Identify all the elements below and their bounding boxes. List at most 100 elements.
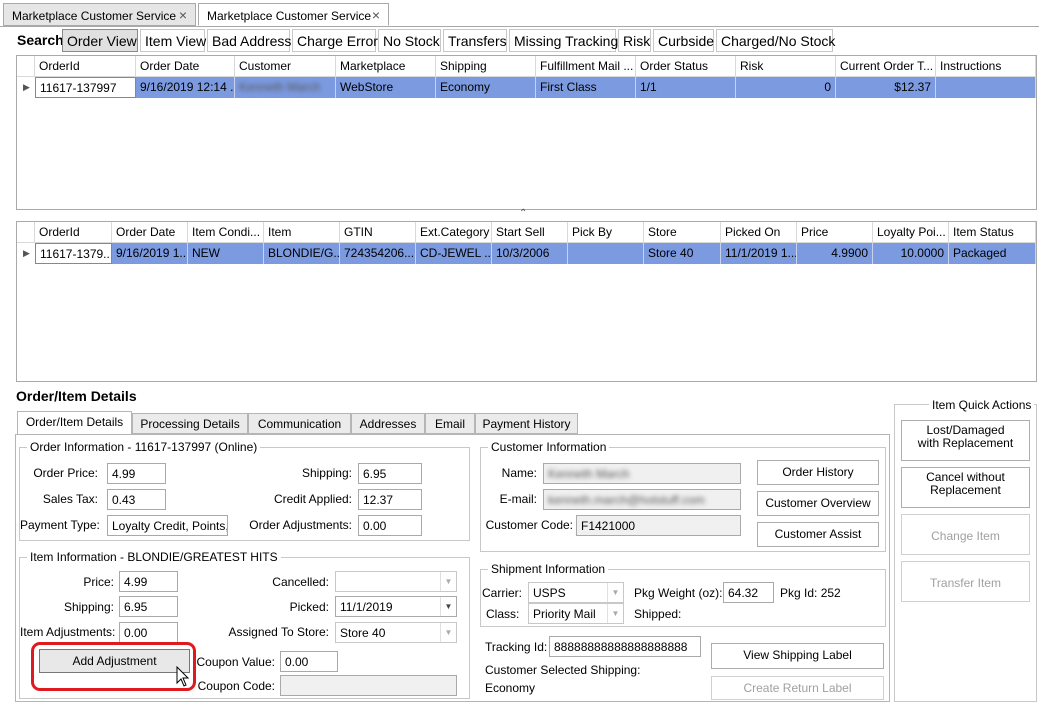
item-shipping-field[interactable]: 6.95	[119, 596, 178, 617]
shipping-field[interactable]: 6.95	[358, 463, 422, 484]
order-price-field[interactable]: 4.99	[107, 463, 166, 484]
table-cell[interactable]: $12.37	[836, 77, 936, 98]
column-header[interactable]: Order Status	[636, 56, 736, 77]
close-icon[interactable]: ×	[179, 7, 187, 23]
table-cell[interactable]: 9/16/2019 1...	[112, 243, 188, 264]
column-header[interactable]: OrderId	[35, 56, 136, 77]
table-cell[interactable]: BLONDIE/G...	[264, 243, 340, 264]
order-view-button[interactable]: Order View	[62, 29, 138, 52]
table-cell[interactable]: Kenneth March	[235, 77, 336, 98]
tab-communication[interactable]: Communication	[248, 413, 351, 434]
payment-type-field[interactable]: Loyalty Credit, Points,	[107, 515, 228, 536]
column-header[interactable]: Loyalty Poi...	[873, 222, 949, 243]
tab-payment-history[interactable]: Payment History	[475, 413, 578, 434]
item-price-field[interactable]: 4.99	[119, 571, 178, 592]
assigned-store-select[interactable]: Store 40 ▼	[335, 622, 457, 643]
column-header[interactable]: Item	[264, 222, 340, 243]
picked-select[interactable]: 11/1/2019 ▼	[335, 596, 457, 617]
column-header[interactable]: Price	[797, 222, 873, 243]
risk-button[interactable]: Risk	[618, 29, 651, 52]
table-row[interactable]: ▶ 11617-1379... 9/16/2019 1... NEW BLOND…	[17, 243, 1036, 264]
tab-order-item-details[interactable]: Order/Item Details	[17, 411, 132, 435]
column-header[interactable]: Item Condi...	[188, 222, 264, 243]
transfer-item-button[interactable]: Transfer Item	[901, 561, 1030, 602]
tab-email[interactable]: Email	[425, 413, 475, 434]
curbside-button[interactable]: Curbside	[653, 29, 714, 52]
sales-tax-field[interactable]: 0.43	[107, 489, 166, 510]
splitter-chevron-up-icon[interactable]: ⌃	[519, 208, 527, 219]
coupon-code-field[interactable]	[280, 675, 457, 696]
table-cell[interactable]: CD-JEWEL ...	[416, 243, 492, 264]
carrier-select[interactable]: USPS ▼	[528, 582, 624, 603]
tracking-id-field[interactable]: 88888888888888888888	[549, 636, 701, 657]
table-cell[interactable]	[936, 77, 1036, 98]
column-header[interactable]: Instructions	[936, 56, 1036, 77]
table-cell[interactable]: 10.0000	[873, 243, 949, 264]
column-header[interactable]: GTIN	[340, 222, 416, 243]
table-cell[interactable]: 9/16/2019 12:14 ...	[136, 77, 235, 98]
view-shipping-label-button[interactable]: View Shipping Label	[711, 643, 884, 669]
credit-applied-field[interactable]: 12.37	[358, 489, 422, 510]
bad-address-button[interactable]: Bad Address	[207, 29, 291, 52]
order-adjustments-field[interactable]: 0.00	[358, 515, 422, 536]
column-header[interactable]: Shipping	[436, 56, 536, 77]
order-history-button[interactable]: Order History	[757, 460, 879, 485]
column-header[interactable]: Customer	[235, 56, 336, 77]
column-header[interactable]: Start Sell	[492, 222, 568, 243]
charged-no-stock-button[interactable]: Charged/No Stock	[716, 29, 835, 52]
column-header[interactable]: Item Status	[949, 222, 1036, 243]
orders-grid[interactable]: OrderId Order Date Customer Marketplace …	[16, 55, 1037, 210]
tab-addresses[interactable]: Addresses	[351, 413, 425, 434]
items-grid[interactable]: OrderId Order Date Item Condi... Item GT…	[16, 221, 1037, 382]
tab-processing-details[interactable]: Processing Details	[132, 413, 248, 434]
table-cell[interactable]: 724354206...	[340, 243, 416, 264]
charge-error-button[interactable]: Charge Error	[292, 29, 378, 52]
email-field[interactable]: kenneth.march@hotstuff.com	[543, 489, 741, 510]
transfers-button[interactable]: Transfers	[443, 29, 507, 52]
class-select[interactable]: Priority Mail ▼	[528, 603, 624, 624]
column-header[interactable]: Order Date	[136, 56, 235, 77]
customer-assist-button[interactable]: Customer Assist	[757, 522, 879, 547]
table-cell[interactable]: NEW	[188, 243, 264, 264]
table-cell[interactable]: Store 40	[644, 243, 721, 264]
table-cell[interactable]: 10/3/2006	[492, 243, 568, 264]
cancel-without-replacement-button[interactable]: Cancel without Replacement	[901, 467, 1030, 508]
column-header[interactable]: Current Order T...	[836, 56, 936, 77]
table-cell[interactable]: 11617-1379...	[35, 243, 112, 264]
column-header[interactable]: OrderId	[35, 222, 112, 243]
table-row[interactable]: ▶ 11617-137997 9/16/2019 12:14 ... Kenne…	[17, 77, 1036, 98]
table-cell[interactable]	[568, 243, 644, 264]
search-label[interactable]: Search	[17, 32, 64, 48]
pkg-weight-field[interactable]: 64.32	[723, 582, 774, 603]
customer-overview-button[interactable]: Customer Overview	[757, 491, 879, 516]
table-cell[interactable]: First Class	[536, 77, 636, 98]
column-header[interactable]: Fulfillment Mail ...	[536, 56, 636, 77]
cancelled-select[interactable]: ▼	[335, 571, 457, 592]
item-adjustments-field[interactable]: 0.00	[119, 622, 178, 643]
column-header[interactable]: Ext.Category	[416, 222, 492, 243]
table-cell[interactable]: 11/1/2019 1...	[721, 243, 797, 264]
table-cell[interactable]: Economy	[436, 77, 536, 98]
name-field[interactable]: Kenneth March	[543, 463, 741, 484]
column-header[interactable]: Picked On	[721, 222, 797, 243]
column-header[interactable]: Store	[644, 222, 721, 243]
doc-tab-2[interactable]: Marketplace Customer Service ×	[198, 3, 389, 26]
change-item-button[interactable]: Change Item	[901, 514, 1030, 555]
column-header[interactable]: Pick By	[568, 222, 644, 243]
column-header[interactable]: Order Date	[112, 222, 188, 243]
customer-code-field[interactable]: F1421000	[576, 515, 741, 536]
column-header[interactable]: Marketplace	[336, 56, 436, 77]
close-icon[interactable]: ×	[372, 7, 380, 23]
table-cell[interactable]: Packaged	[949, 243, 1036, 264]
no-stock-button[interactable]: No Stock	[378, 29, 441, 52]
missing-tracking-button[interactable]: Missing Tracking	[509, 29, 618, 52]
lost-damaged-button[interactable]: Lost/Damaged with Replacement	[901, 420, 1030, 461]
table-cell[interactable]: 4.9900	[797, 243, 873, 264]
table-cell[interactable]: 0	[736, 77, 836, 98]
coupon-value-field[interactable]: 0.00	[280, 651, 338, 672]
create-return-label-button[interactable]: Create Return Label	[711, 676, 884, 700]
item-view-button[interactable]: Item View	[140, 29, 206, 52]
table-cell[interactable]: 1/1	[636, 77, 736, 98]
column-header[interactable]: Risk	[736, 56, 836, 77]
table-cell[interactable]: WebStore	[336, 77, 436, 98]
